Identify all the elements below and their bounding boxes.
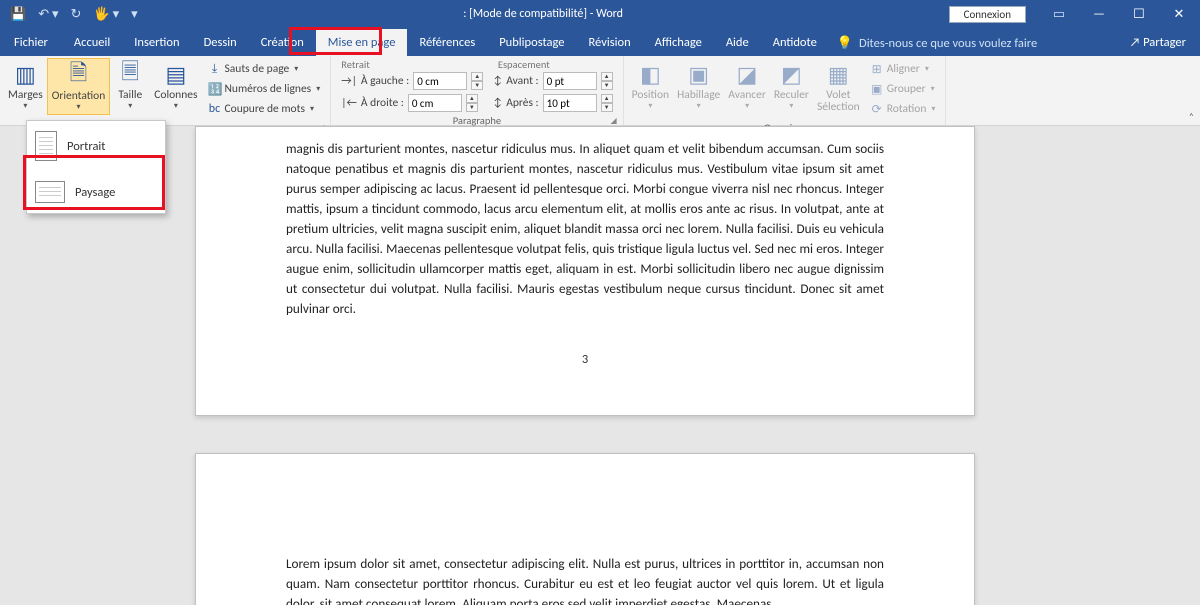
indent-title: Retrait [341,58,370,71]
document-page: magnis dis parturient montes, nascetur r… [195,126,975,416]
tab-design[interactable]: Création [249,29,316,56]
tab-home[interactable]: Accueil [62,29,122,56]
breaks-button[interactable]: ⤓Sauts de page▾ [206,59,323,79]
indent-right-up[interactable]: ▲ [466,94,478,103]
selection-pane-button[interactable]: ▦VoletSélection [813,58,864,115]
position-icon: ◧ [636,60,664,88]
indent-right-icon: |← [341,96,357,110]
touch-icon[interactable]: 🖐 ▾ [93,7,119,22]
align-icon: ⊞ [870,62,884,77]
selection-pane-icon: ▦ [824,60,852,88]
position-button: ◧Position [628,58,673,113]
group-icon: ▣ [870,82,884,97]
sign-in-button[interactable]: Connexion [949,6,1026,23]
orientation-icon: 🗎 [65,61,93,89]
indent-left-input[interactable] [413,72,467,90]
tab-review[interactable]: Révision [576,29,642,56]
rotation-button: ⟳Rotation▾ [868,99,938,119]
bring-forward-button: ◪Avancer [724,58,770,113]
indent-left-up[interactable]: ▲ [471,72,483,81]
collapse-ribbon-button[interactable]: ˄ [1189,110,1194,123]
spacing-title: Espacement [498,58,550,71]
tab-layout[interactable]: Mise en page [316,29,408,56]
space-after-up[interactable]: ▲ [601,94,613,103]
tell-me-input[interactable]: 💡 Dites-nous ce que vous voulez faire [837,36,1037,56]
hyphenation-button[interactable]: bcCoupure de mots▾ [206,99,323,119]
tab-view[interactable]: Affichage [643,29,714,56]
rotate-icon: ⟳ [870,102,884,117]
tab-antidote[interactable]: Antidote [761,29,829,56]
window-title: : [Mode de compatibilité] - Word [138,7,949,21]
space-after-icon: ↕ [493,96,502,110]
orientation-landscape-item[interactable]: Paysage [27,171,165,213]
send-backward-button: ◩Reculer [770,58,813,113]
margins-icon: ▥ [11,60,39,88]
share-button[interactable]: Partager [1116,29,1200,56]
margins-button[interactable]: ▥ Marges [4,58,47,113]
page-body-text[interactable]: Lorem ipsum dolor sit amet, consectetur … [286,554,884,605]
portrait-page-icon [35,131,57,161]
undo-icon[interactable]: ↶ ▾ [38,7,58,22]
wrap-text-button: ▣Habillage [673,58,724,113]
tab-references[interactable]: Références [407,29,487,56]
size-icon: 🗏 [116,60,144,88]
space-after-input[interactable] [543,94,597,112]
tab-mailings[interactable]: Publipostage [487,29,576,56]
landscape-page-icon [35,181,65,203]
page-number: 3 [196,352,974,367]
redo-icon[interactable]: ↻ [71,7,82,22]
space-before-down[interactable]: ▼ [601,81,613,90]
line-numbers-icon: 🔢 [208,82,222,97]
tab-file[interactable]: Fichier [0,29,62,56]
hyphenation-icon: bc [208,102,222,116]
space-after-down[interactable]: ▼ [601,103,613,112]
tell-me-placeholder: Dites-nous ce que vous voulez faire [859,36,1037,51]
indent-left-down[interactable]: ▼ [471,81,483,90]
tab-draw[interactable]: Dessin [192,29,249,56]
indent-right-down[interactable]: ▼ [466,103,478,112]
lightbulb-icon: 💡 [837,36,853,51]
space-before-input[interactable] [543,72,597,90]
line-numbers-button[interactable]: 🔢Numéros de lignes▾ [206,79,323,99]
orientation-button[interactable]: 🗎 Orientation [47,58,111,115]
backward-icon: ◩ [777,60,805,88]
group-button: ▣Grouper▾ [868,79,938,99]
minimize-icon[interactable]: — [1080,0,1118,28]
tab-help[interactable]: Aide [714,29,761,56]
align-button: ⊞Aligner▾ [868,59,938,79]
maximize-icon[interactable]: ☐ [1120,0,1158,28]
close-icon[interactable]: ✕ [1160,0,1198,28]
space-before-icon: ↕ [493,74,502,88]
forward-icon: ◪ [733,60,761,88]
columns-button[interactable]: ▤ Colonnes [150,58,201,113]
orientation-dropdown: Portrait Paysage [26,120,166,214]
tab-insert[interactable]: Insertion [122,29,191,56]
ribbon-display-options-icon[interactable]: ▭ [1040,0,1078,28]
document-canvas[interactable]: magnis dis parturient montes, nascetur r… [0,126,1200,605]
save-icon[interactable]: 💾 [10,7,26,22]
indent-right-input[interactable] [408,94,462,112]
space-before-up[interactable]: ▲ [601,72,613,81]
wrap-icon: ▣ [685,60,713,88]
page-body-text[interactable]: magnis dis parturient montes, nascetur r… [286,139,884,319]
size-button[interactable]: 🗏 Taille [110,58,150,113]
document-page: Lorem ipsum dolor sit amet, consectetur … [195,453,975,605]
indent-left-icon: →| [341,74,357,88]
orientation-portrait-item[interactable]: Portrait [27,121,165,171]
columns-icon: ▤ [162,60,190,88]
paragraph-launcher[interactable]: ◢ [610,116,616,126]
breaks-icon: ⤓ [208,62,222,76]
